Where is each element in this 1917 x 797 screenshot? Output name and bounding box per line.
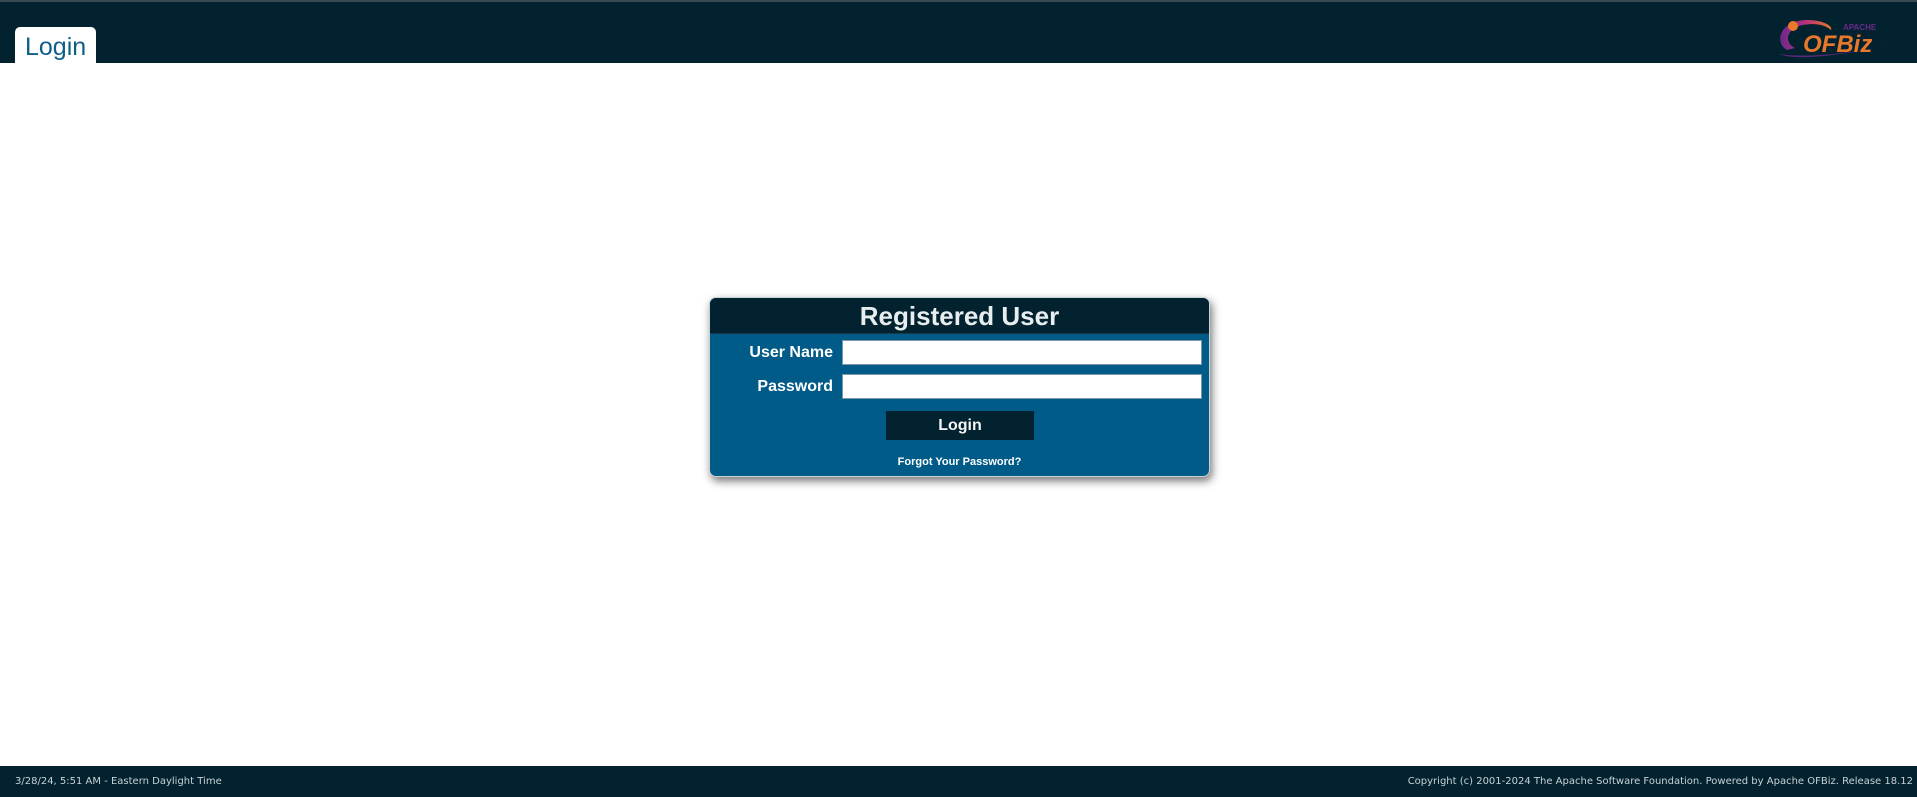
copyright-prefix: Copyright (c) 2001-2024	[1407, 776, 1534, 787]
tab-login[interactable]: Login	[15, 27, 97, 65]
password-row: Password	[710, 374, 1209, 400]
forgot-password-link[interactable]: Forgot Your Password?	[710, 456, 1209, 468]
username-label: User Name	[749, 344, 833, 361]
app-header: Login APACHE OFBiz	[0, 0, 1917, 65]
username-row: User Name	[710, 340, 1209, 366]
login-form-title: Registered User	[710, 298, 1209, 334]
apache-ofbiz-logo[interactable]: APACHE OFBiz	[1773, 14, 1893, 60]
release-text: . Release 18.12	[1835, 776, 1913, 787]
footer-copyright: Copyright (c) 2001-2024 The Apache Softw…	[1408, 766, 1913, 797]
foundation-link[interactable]: The Apache Software Foundation	[1534, 776, 1699, 787]
ofbiz-link[interactable]: Apache OFBiz	[1767, 776, 1836, 787]
login-form: Registered User User Name Password Login…	[709, 297, 1210, 477]
login-button[interactable]: Login	[886, 411, 1034, 440]
powered-by-prefix: . Powered by	[1699, 776, 1767, 787]
password-input[interactable]	[842, 374, 1202, 399]
password-label: Password	[757, 378, 833, 395]
logo-icon: APACHE OFBiz	[1779, 20, 1891, 58]
app-footer: 3/28/24, 5:51 AM - Eastern Daylight Time…	[0, 766, 1917, 797]
svg-text:OFBiz: OFBiz	[1803, 31, 1872, 58]
username-input[interactable]	[842, 340, 1202, 365]
footer-timestamp: 3/28/24, 5:51 AM - Eastern Daylight Time	[15, 776, 222, 787]
